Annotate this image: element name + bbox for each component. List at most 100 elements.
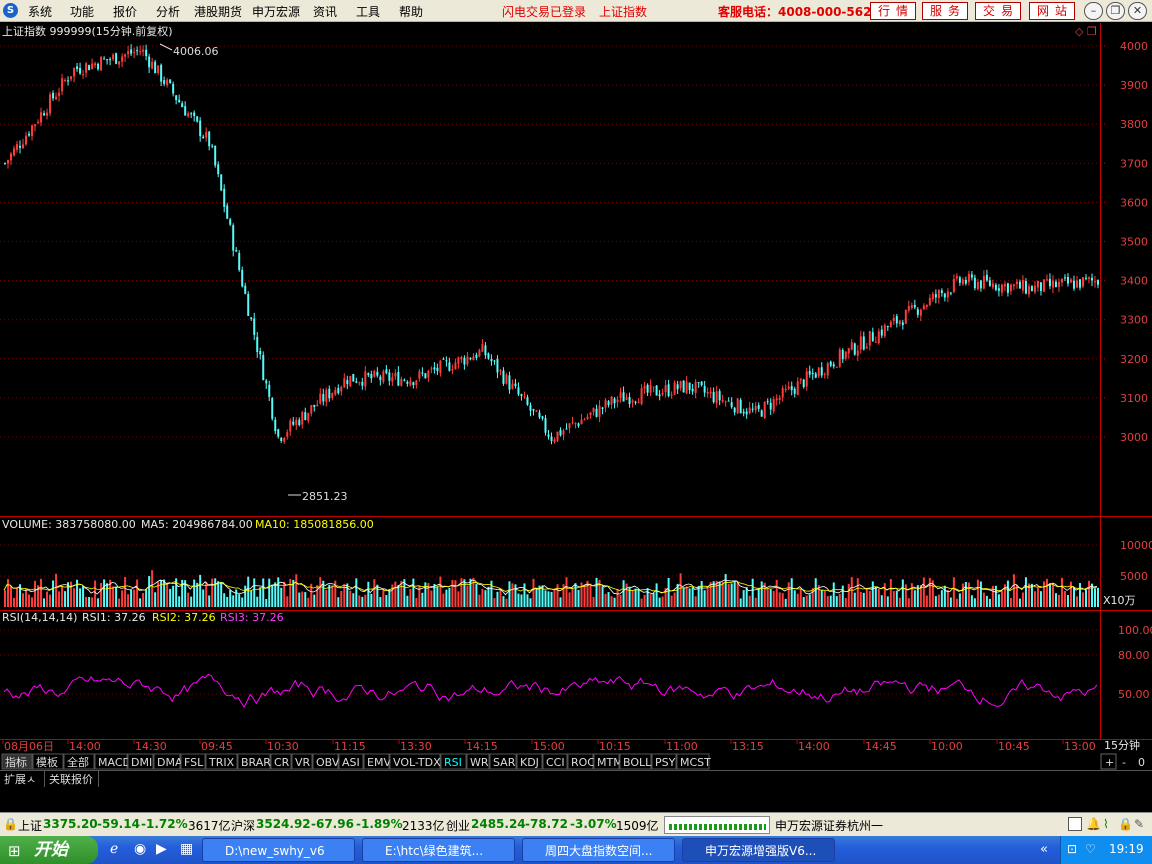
media-icon[interactable]: ▶	[156, 841, 167, 857]
indicator-tab-roc[interactable]: ROC	[571, 756, 595, 769]
trade-button[interactable]: 交易	[975, 2, 1021, 20]
tab-side-2[interactable]: 全部	[67, 755, 89, 769]
indicator-tab-kdj[interactable]: KDJ	[520, 756, 539, 769]
indicator-tab-emv[interactable]: EMV	[367, 756, 391, 769]
current-index-label[interactable]: 上证指数	[599, 3, 647, 20]
indicator-tab-rsi[interactable]: RSI	[444, 756, 462, 769]
candle-body	[235, 250, 238, 252]
candle-body	[172, 83, 175, 94]
indicator-tab-asi[interactable]: ASI	[342, 756, 360, 769]
candle-body	[475, 354, 478, 358]
indicator-tab-mtm[interactable]: MTM	[597, 756, 623, 769]
diamond-icon[interactable]: ◇	[1075, 25, 1084, 38]
hs-name[interactable]: 沪深	[231, 817, 255, 834]
candle-body	[49, 94, 52, 114]
menu-analysis[interactable]: 分析	[156, 3, 180, 20]
related-quote-tab[interactable]: 关联报价	[49, 772, 93, 786]
clock[interactable]: 19:19	[1109, 842, 1144, 856]
bell-icon[interactable]: 🔔	[1086, 817, 1101, 831]
indicator-tab-brar[interactable]: BRAR	[241, 756, 271, 769]
candle-body	[838, 349, 841, 367]
checkbox-icon[interactable]	[1068, 817, 1082, 831]
menu-system[interactable]: 系统	[28, 3, 52, 20]
lock-status-icon[interactable]: 🔒	[1118, 817, 1133, 831]
expand-tab[interactable]: 扩展ㅅ	[4, 772, 36, 786]
candle-body	[631, 400, 634, 403]
menu-info[interactable]: 资讯	[313, 3, 337, 20]
menu-function[interactable]: 功能	[70, 3, 94, 20]
tray-arrow-icon[interactable]: «	[1040, 842, 1048, 857]
candle-body	[259, 350, 262, 355]
signal-icon[interactable]: ⌇	[1103, 817, 1109, 831]
time-tick: 10:15	[599, 740, 631, 753]
minimize-icon[interactable]: –	[1084, 2, 1103, 20]
volume-bar	[313, 594, 316, 607]
indicator-tab-dma[interactable]: DMA	[157, 756, 183, 769]
volume-bar	[1069, 581, 1072, 607]
security-icon[interactable]: ♡	[1085, 842, 1096, 856]
indicator-tab-obv[interactable]: OBV	[316, 756, 340, 769]
volume-bar	[232, 595, 235, 607]
indicator-tab-boll[interactable]: BOLL	[623, 756, 652, 769]
task-green-building[interactable]: E:\htc\绿色建筑...	[362, 838, 515, 862]
chart-area[interactable]: 3000 3100 3200 3300 3400 3500 3600 3700 3800 3900…	[0, 23, 1152, 812]
candle-body	[301, 411, 304, 425]
menu-swhy[interactable]: 申万宏源	[252, 3, 300, 20]
period-label[interactable]: 15分钟	[1104, 738, 1140, 752]
indicator-tab-trix[interactable]: TRIX	[208, 756, 235, 769]
zoom-in-button[interactable]: +	[1105, 756, 1114, 769]
ie-icon[interactable]: ℯ	[110, 841, 118, 857]
indicator-tab-dmi[interactable]: DMI	[131, 756, 152, 769]
login-status[interactable]: 闪电交易已登录	[502, 3, 586, 20]
tab-side-0[interactable]: 指标	[5, 755, 27, 769]
tools-icon[interactable]: ✎	[1134, 817, 1144, 831]
market-breadth-meter[interactable]	[664, 816, 770, 834]
indicator-tab-wr[interactable]: WR	[470, 756, 489, 769]
close-icon[interactable]: ✕	[1128, 2, 1147, 20]
browser-icon[interactable]: ◉	[134, 841, 146, 857]
volume-bar	[349, 590, 352, 607]
menu-quote[interactable]: 报价	[113, 3, 137, 20]
volume-bar	[667, 577, 670, 607]
time-tick: 10:30	[267, 740, 299, 753]
lock-icon[interactable]: 🔒	[3, 817, 18, 831]
indicator-tab-mcst[interactable]: MCST	[680, 756, 711, 769]
indicator-tab-fsl[interactable]: FSL	[184, 756, 204, 769]
rsi3-label: RSI3: 37.26	[220, 611, 284, 624]
market-button[interactable]: 行情	[870, 2, 916, 20]
candle-body	[196, 116, 199, 122]
service-button[interactable]: 服务	[922, 2, 968, 20]
menu-help[interactable]: 帮助	[399, 3, 423, 20]
task-new-swhy[interactable]: D:\new_swhy_v6	[202, 838, 355, 862]
volume-bar	[280, 587, 283, 607]
menu-tools[interactable]: 工具	[356, 3, 380, 20]
task-swhy-app[interactable]: 申万宏源增强版V6...	[682, 838, 835, 862]
task-label: 申万宏源增强版V6...	[705, 844, 817, 858]
indicator-tab-vol-tdx[interactable]: VOL-TDX	[393, 756, 441, 769]
zoom-out-button[interactable]: -	[1122, 756, 1126, 769]
tab-side-1[interactable]: 模板	[36, 755, 58, 769]
menu-hk-futures[interactable]: 港股期货	[194, 3, 242, 20]
candle-body	[193, 112, 196, 117]
sh-pct: -1.72%	[141, 817, 188, 831]
restore-icon[interactable]: ❐	[1106, 2, 1125, 20]
indicator-tab-cci[interactable]: CCI	[546, 756, 565, 769]
reset-button[interactable]: 0	[1138, 756, 1145, 769]
website-button[interactable]: 网站	[1029, 2, 1075, 20]
indicator-tab-vr[interactable]: VR	[295, 756, 311, 769]
cy-name[interactable]: 创业	[446, 817, 470, 834]
candle-body	[775, 398, 778, 401]
indicator-tab-macd[interactable]: MACD	[98, 756, 131, 769]
volume-bar	[574, 583, 577, 607]
indicator-tab-sar[interactable]: SAR	[493, 756, 516, 769]
desktop-icon[interactable]: ▦	[180, 841, 193, 857]
app-logo-icon[interactable]: S	[3, 3, 18, 18]
indicator-tab-cr[interactable]: CR	[274, 756, 290, 769]
window-square-icon[interactable]: ❐	[1087, 25, 1097, 38]
indicator-tab-psy[interactable]: PSY	[655, 756, 676, 769]
volume-bar	[907, 598, 910, 607]
task-weekly-analysis[interactable]: 周四大盘指数空间...	[522, 838, 675, 862]
sh-name[interactable]: 上证	[18, 817, 42, 834]
volume-unit: X10万	[1103, 594, 1136, 607]
network-icon[interactable]: ⊡	[1067, 842, 1077, 856]
